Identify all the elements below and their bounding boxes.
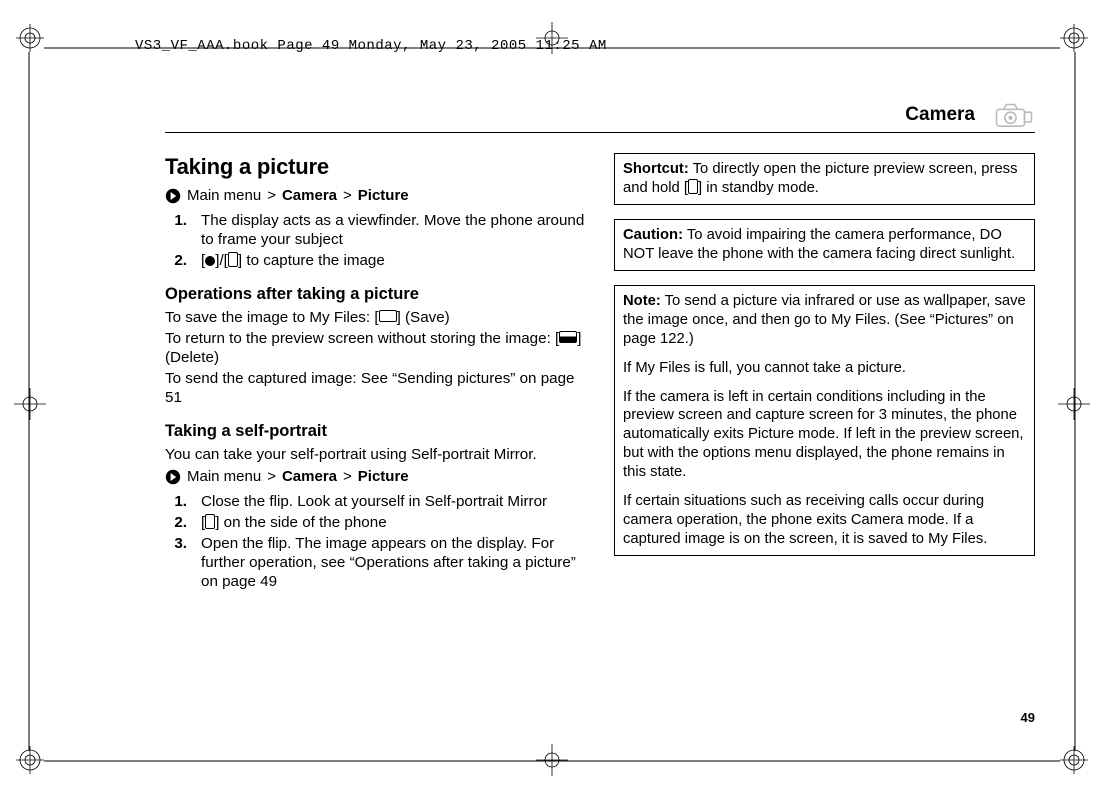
- breadcrumb-1: Main menu > Camera > Picture: [165, 187, 586, 206]
- self-portrait-intro: You can take your self-portrait using Se…: [165, 445, 586, 464]
- steps-1: 1. The display acts as a viewfinder. Mov…: [165, 211, 586, 270]
- step-number: 2.: [165, 251, 187, 270]
- shortcut-label: Shortcut:: [623, 161, 689, 177]
- arrow-icon: [165, 188, 181, 204]
- step-number: 1.: [165, 211, 187, 249]
- bc-picture: Picture: [358, 468, 409, 487]
- op-send: To send the captured image: See “Sending…: [165, 369, 586, 407]
- note-label: Note:: [623, 293, 661, 309]
- step-number: 1.: [165, 492, 187, 511]
- op-save: To save the image to My Files: [] (Save): [165, 308, 586, 327]
- page-number: 49: [1021, 710, 1035, 725]
- bc-camera: Camera: [282, 468, 337, 487]
- bc-sep: >: [267, 187, 276, 206]
- bc-root: Main menu: [187, 468, 261, 487]
- page-body: Camera Taking a picture Main menu > Cam: [165, 98, 1035, 595]
- crop-target-mr: [1058, 388, 1090, 425]
- breadcrumb-2: Main menu > Camera > Picture: [165, 468, 586, 487]
- side-key-icon: [205, 514, 215, 529]
- centre-key-icon: [205, 256, 215, 266]
- bc-sep: >: [267, 468, 276, 487]
- heading-self-portrait: Taking a self-portrait: [165, 421, 586, 442]
- heading-operations-after: Operations after taking a picture: [165, 284, 586, 305]
- step-text: [] on the side of the phone: [201, 513, 586, 532]
- list-item: 1. The display acts as a viewfinder. Mov…: [165, 211, 586, 249]
- side-key-icon: [228, 252, 238, 267]
- list-item: 2. [] on the side of the phone: [165, 513, 586, 532]
- bc-sep: >: [343, 468, 352, 487]
- camera-icon: [993, 100, 1035, 130]
- step-text: Close the flip. Look at yourself in Self…: [201, 492, 586, 511]
- caution-box: Caution: To avoid impairing the camera p…: [614, 219, 1035, 271]
- note-p2: If My Files is full, you cannot take a p…: [623, 359, 1026, 378]
- bc-root: Main menu: [187, 187, 261, 206]
- list-item: 2. []/[] to capture the image: [165, 251, 586, 270]
- softkey-delete-icon: [559, 331, 577, 343]
- left-column: Taking a picture Main menu > Camera > Pi…: [165, 153, 586, 595]
- note-p1: To send a picture via infrared or use as…: [623, 293, 1026, 347]
- bc-picture: Picture: [358, 187, 409, 206]
- steps-2: 1. Close the flip. Look at yourself in S…: [165, 492, 586, 591]
- step-number: 2.: [165, 513, 187, 532]
- page-header: Camera: [165, 98, 1035, 133]
- shortcut-box: Shortcut: To directly open the picture p…: [614, 153, 1035, 205]
- op-delete: To return to the preview screen without …: [165, 329, 586, 367]
- bc-sep: >: [343, 187, 352, 206]
- list-item: 3. Open the flip. The image appears on t…: [165, 534, 586, 591]
- bc-camera: Camera: [282, 187, 337, 206]
- note-box: Note: To send a picture via infrared or …: [614, 285, 1035, 556]
- step-number: 3.: [165, 534, 187, 591]
- note-p3: If the camera is left in certain conditi…: [623, 388, 1026, 483]
- caution-label: Caution:: [623, 227, 683, 243]
- step-text: []/[] to capture the image: [201, 251, 586, 270]
- step-text: Open the flip. The image appears on the …: [201, 534, 586, 591]
- running-head: VS3_VF_AAA.book Page 49 Monday, May 23, …: [135, 38, 607, 54]
- right-column: Shortcut: To directly open the picture p…: [614, 153, 1035, 595]
- page-title: Camera: [905, 104, 975, 126]
- crop-target-mb: [536, 744, 568, 781]
- crop-target-ml: [14, 388, 46, 425]
- heading-taking-picture: Taking a picture: [165, 153, 586, 181]
- note-p4: If certain situations such as receiving …: [623, 492, 1026, 549]
- softkey-save-icon: [379, 310, 397, 322]
- side-key-icon: [688, 179, 698, 194]
- step-text: The display acts as a viewfinder. Move t…: [201, 211, 586, 249]
- arrow-icon: [165, 469, 181, 485]
- list-item: 1. Close the flip. Look at yourself in S…: [165, 492, 586, 511]
